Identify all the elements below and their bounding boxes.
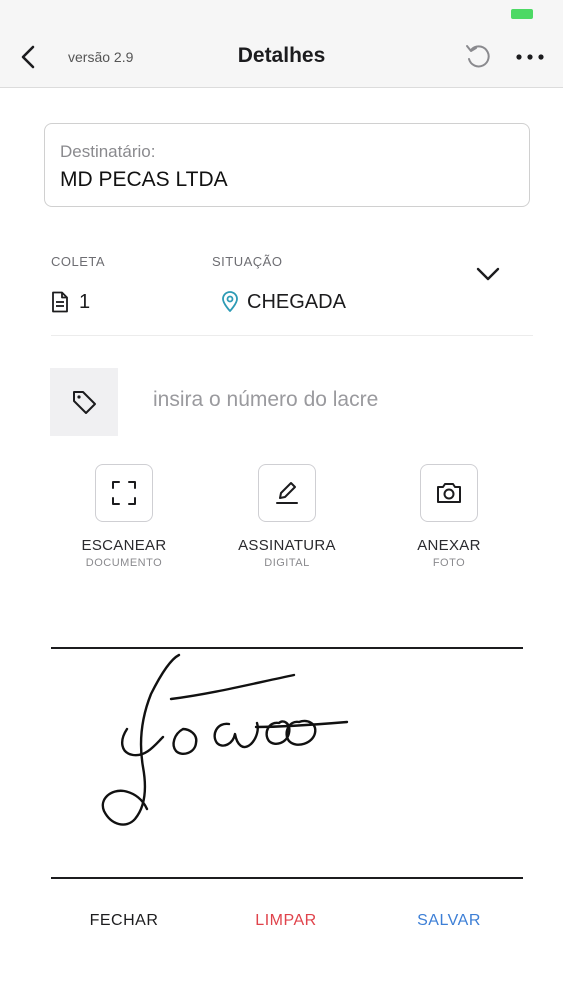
attach-button[interactable] <box>420 464 478 522</box>
signature-pad-bottom-border <box>51 877 523 879</box>
digital-signature-action[interactable]: ASSINATURA DIGITAL <box>207 464 367 569</box>
refresh-button[interactable] <box>462 42 496 72</box>
tag-icon <box>73 391 96 414</box>
scan-button[interactable] <box>95 464 153 522</box>
signature-title: ASSINATURA <box>238 537 336 554</box>
seal-tag-icon-box <box>50 368 118 436</box>
attach-photo-action[interactable]: ANEXAR FOTO <box>369 464 529 569</box>
save-button[interactable]: SALVAR <box>379 912 519 930</box>
seal-number-input[interactable] <box>153 380 523 420</box>
chevron-down-icon <box>476 267 500 281</box>
clear-button[interactable]: LIMPAR <box>216 912 356 930</box>
navigation-bar: versão 2.9 Detalhes <box>0 28 563 88</box>
status-label: SITUAÇÃO <box>212 254 283 269</box>
more-horizontal-icon <box>516 54 544 60</box>
battery-icon <box>511 9 533 19</box>
close-button[interactable]: FECHAR <box>54 912 194 930</box>
signature-pad[interactable] <box>51 649 523 876</box>
recipient-field: Destinatário: MD PECAS LTDA <box>44 123 530 207</box>
collection-label: COLETA <box>51 254 106 269</box>
pen-icon <box>276 482 298 504</box>
refresh-icon <box>466 45 490 68</box>
section-divider <box>51 335 533 336</box>
document-icon <box>52 291 68 313</box>
status-value: CHEGADA <box>221 289 346 315</box>
signature-button[interactable] <box>258 464 316 522</box>
status-bar <box>0 0 563 28</box>
recipient-label: Destinatário: <box>60 142 156 161</box>
status-text: CHEGADA <box>247 290 346 313</box>
back-button[interactable] <box>14 42 44 72</box>
more-options-button[interactable] <box>512 42 548 72</box>
scan-title: ESCANEAR <box>81 537 167 554</box>
attach-subtitle: FOTO <box>432 557 466 569</box>
collection-value: 1 <box>51 289 90 315</box>
camera-icon <box>437 483 461 503</box>
scan-icon <box>112 481 136 505</box>
location-pin-icon <box>222 291 238 312</box>
scan-document-action[interactable]: ESCANEAR DOCUMENTO <box>44 464 204 569</box>
expand-status-button[interactable] <box>472 258 504 290</box>
attach-title: ANEXAR <box>417 537 481 554</box>
page-title: Detalhes <box>237 44 326 67</box>
app-version: versão 2.9 <box>68 49 134 65</box>
chevron-left-icon <box>21 45 35 69</box>
recipient-value: MD PECAS LTDA <box>60 168 228 191</box>
scan-subtitle: DOCUMENTO <box>85 557 163 569</box>
collection-number: 1 <box>79 290 91 313</box>
signature-subtitle: DIGITAL <box>264 557 310 569</box>
